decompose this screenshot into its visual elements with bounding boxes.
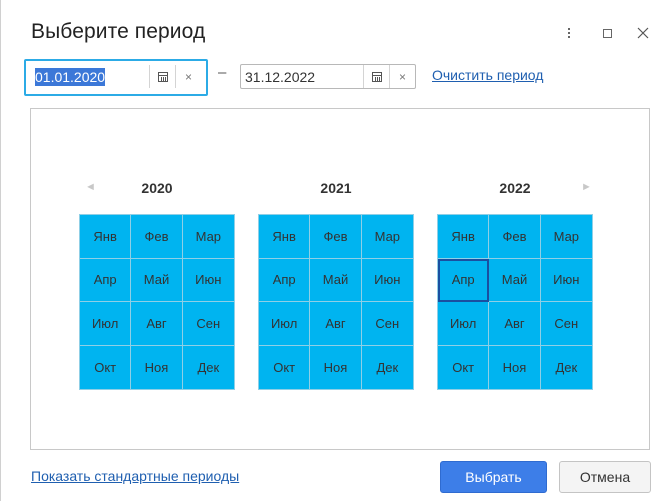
select-button[interactable]: Выбрать	[440, 461, 547, 493]
month-cell[interactable]: Ноя	[310, 345, 362, 389]
month-cell[interactable]: Окт	[438, 345, 490, 389]
more-icon[interactable]	[560, 24, 578, 42]
clear-start-icon[interactable]: ×	[175, 65, 201, 88]
month-cell[interactable]: Сен	[182, 302, 234, 346]
dialog-title: Выберите период	[31, 20, 206, 43]
month-cell[interactable]: Июн	[361, 259, 413, 302]
month-cell[interactable]: Янв	[259, 215, 311, 259]
show-standard-periods-link[interactable]: Показать стандартные периоды	[31, 468, 239, 484]
clear-period-link[interactable]: Очистить период	[432, 67, 543, 83]
end-date-input[interactable]: 31.12.2022	[241, 65, 363, 88]
month-cell[interactable]: Июн	[540, 259, 592, 302]
month-cell[interactable]: Мар	[182, 215, 234, 259]
month-cell[interactable]: Май	[310, 258, 362, 302]
year-label: 2020	[141, 180, 173, 196]
period-separator: –	[218, 64, 227, 81]
year-label: 2022	[499, 180, 531, 196]
month-cell[interactable]: Дек	[541, 346, 592, 390]
month-cell[interactable]: Июн	[182, 259, 234, 302]
month-cell[interactable]: Авг	[310, 302, 362, 346]
month-cell[interactable]: Янв	[438, 215, 490, 259]
month-grid-2020: Янв Фев Мар Апр Май Июн Июл Авг Сен Окт Ноя Дек	[79, 214, 235, 390]
period-dialog: Выберите период 01.01.2020 × – 31.12.202…	[0, 0, 662, 501]
start-date-value: 01.01.2020	[35, 67, 106, 86]
month-cell[interactable]: Окт	[80, 345, 132, 389]
month-cell[interactable]: Июл	[80, 302, 132, 346]
month-cell[interactable]: Янв	[80, 215, 132, 259]
month-cell[interactable]: Окт	[259, 345, 311, 389]
end-date-field[interactable]: 31.12.2022 ×	[240, 64, 416, 89]
end-date-value: 31.12.2022	[245, 68, 316, 85]
month-cell[interactable]: Фев	[489, 215, 541, 259]
calendar-icon[interactable]	[149, 65, 175, 88]
close-icon[interactable]	[634, 24, 652, 42]
month-cell[interactable]: Мар	[361, 215, 413, 259]
month-cell[interactable]: Июл	[438, 302, 490, 346]
month-cell[interactable]: Май	[131, 258, 183, 302]
cancel-button[interactable]: Отмена	[559, 461, 651, 493]
month-cell[interactable]: Фев	[310, 215, 362, 259]
month-cell[interactable]: Ноя	[131, 345, 183, 389]
month-grid-2022: Янв Фев Мар Апр Май Июн Июл Авг Сен Окт Ноя Дек	[437, 214, 593, 390]
window-border	[0, 0, 1, 501]
month-cell[interactable]: Апр	[80, 258, 132, 302]
month-cell-selected[interactable]: Апр	[438, 258, 490, 302]
month-cell[interactable]: Фев	[131, 215, 183, 259]
month-grid-2021: Янв Фев Мар Апр Май Июн Июл Авг Сен Окт Ноя Дек	[258, 214, 414, 390]
year-label: 2021	[320, 180, 352, 196]
month-cell[interactable]: Ноя	[489, 345, 541, 389]
month-cell[interactable]: Сен	[540, 302, 592, 346]
start-date-input[interactable]: 01.01.2020	[31, 65, 149, 88]
month-cell[interactable]: Дек	[362, 346, 413, 390]
month-cell[interactable]: Сен	[361, 302, 413, 346]
clear-end-icon[interactable]: ×	[389, 65, 415, 88]
maximize-icon[interactable]	[598, 24, 616, 42]
start-date-field[interactable]: 01.01.2020 ×	[30, 64, 202, 89]
month-cell[interactable]: Мар	[540, 215, 592, 259]
month-cell[interactable]: Май	[489, 258, 541, 302]
month-cell[interactable]: Авг	[131, 302, 183, 346]
month-cell[interactable]: Авг	[489, 302, 541, 346]
month-cell[interactable]: Апр	[259, 258, 311, 302]
month-cell[interactable]: Дек	[183, 346, 234, 390]
month-cell[interactable]: Июл	[259, 302, 311, 346]
calendar-icon[interactable]	[363, 65, 389, 88]
